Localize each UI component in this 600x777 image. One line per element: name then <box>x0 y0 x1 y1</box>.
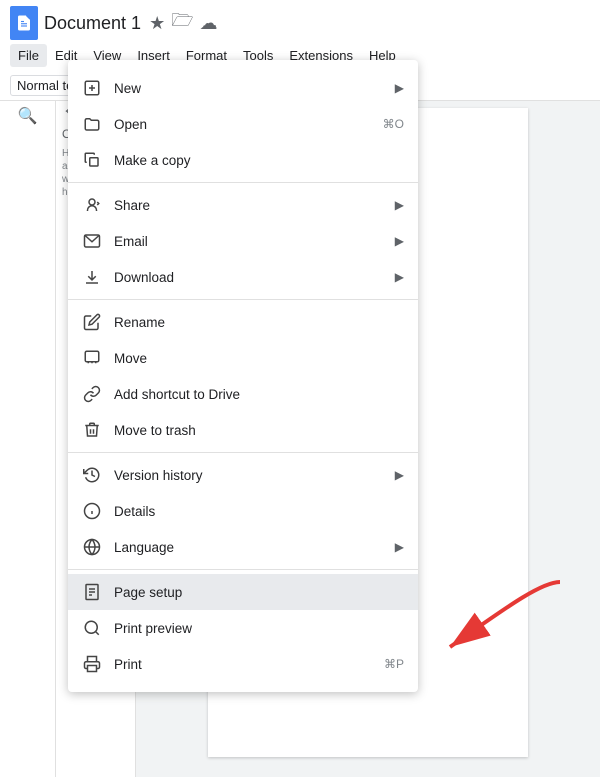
email-label: Email <box>114 234 383 249</box>
menu-item-make-copy[interactable]: Make a copy <box>68 142 418 178</box>
menu-item-rename[interactable]: Rename <box>68 304 418 340</box>
new-arrow: ▶ <box>395 81 404 95</box>
share-label: Share <box>114 198 383 213</box>
page-setup-label: Page setup <box>114 585 404 600</box>
email-icon <box>82 231 102 251</box>
move-trash-label: Move to trash <box>114 423 404 438</box>
open-label: Open <box>114 117 371 132</box>
docs-app-icon <box>10 6 38 40</box>
menu-section-5: Page setup Print preview Print ⌘P <box>68 570 418 686</box>
sidebar: 🔍 <box>0 88 56 777</box>
print-label: Print <box>114 657 372 672</box>
menu-item-share[interactable]: Share ▶ <box>68 187 418 223</box>
menu-item-open[interactable]: Open ⌘O <box>68 106 418 142</box>
print-shortcut: ⌘P <box>384 657 404 671</box>
sidebar-search-button[interactable]: 🔍 <box>10 98 46 134</box>
menu-item-download[interactable]: Download ▶ <box>68 259 418 295</box>
rename-icon <box>82 312 102 332</box>
search-icon: 🔍 <box>18 106 38 126</box>
language-icon <box>82 537 102 557</box>
open-shortcut: ⌘O <box>383 117 404 131</box>
menu-section-2: Share ▶ Email ▶ Download ▶ <box>68 183 418 300</box>
menu-item-move-trash[interactable]: Move to trash <box>68 412 418 448</box>
title-action-icons: ★ 🗁 ☁ <box>149 8 217 38</box>
move-label: Move <box>114 351 404 366</box>
copy-icon <box>82 150 102 170</box>
version-history-icon <box>82 465 102 485</box>
details-label: Details <box>114 504 404 519</box>
file-dropdown-menu: New ▶ Open ⌘O Make a copy <box>68 60 418 692</box>
menu-item-new[interactable]: New ▶ <box>68 70 418 106</box>
menu-section-1: New ▶ Open ⌘O Make a copy <box>68 66 418 183</box>
folder-icon[interactable]: 🗁 <box>171 8 193 38</box>
share-arrow: ▶ <box>395 198 404 212</box>
download-icon <box>82 267 102 287</box>
document-title[interactable]: Document 1 <box>44 13 141 34</box>
share-icon <box>82 195 102 215</box>
menu-item-email[interactable]: Email ▶ <box>68 223 418 259</box>
menu-item-version-history[interactable]: Version history ▶ <box>68 457 418 493</box>
menu-item-details[interactable]: Details <box>68 493 418 529</box>
move-icon <box>82 348 102 368</box>
email-arrow: ▶ <box>395 234 404 248</box>
menu-file[interactable]: File <box>10 44 47 67</box>
language-arrow: ▶ <box>395 540 404 554</box>
star-icon[interactable]: ★ <box>149 13 165 34</box>
cloud-icon[interactable]: ☁ <box>200 13 218 34</box>
download-label: Download <box>114 270 383 285</box>
menu-item-language[interactable]: Language ▶ <box>68 529 418 565</box>
version-history-arrow: ▶ <box>395 468 404 482</box>
page-setup-icon <box>82 582 102 602</box>
download-arrow: ▶ <box>395 270 404 284</box>
make-copy-label: Make a copy <box>114 153 404 168</box>
print-icon <box>82 654 102 674</box>
new-icon <box>82 78 102 98</box>
version-history-label: Version history <box>114 468 383 483</box>
details-icon <box>82 501 102 521</box>
menu-item-move[interactable]: Move <box>68 340 418 376</box>
menu-item-add-shortcut[interactable]: Add shortcut to Drive <box>68 376 418 412</box>
add-shortcut-label: Add shortcut to Drive <box>114 387 404 402</box>
open-icon <box>82 114 102 134</box>
shortcut-icon <box>82 384 102 404</box>
menu-section-4: Version history ▶ Details Langua <box>68 453 418 570</box>
trash-icon <box>82 420 102 440</box>
language-label: Language <box>114 540 383 555</box>
title-row: Document 1 ★ 🗁 ☁ <box>10 6 590 42</box>
print-preview-icon <box>82 618 102 638</box>
menu-item-print-preview[interactable]: Print preview <box>68 610 418 646</box>
menu-item-page-setup[interactable]: Page setup <box>68 574 418 610</box>
rename-label: Rename <box>114 315 404 330</box>
menu-item-print[interactable]: Print ⌘P <box>68 646 418 682</box>
menu-section-3: Rename Move Add shortcut to Drive <box>68 300 418 453</box>
new-label: New <box>114 81 383 96</box>
print-preview-label: Print preview <box>114 621 404 636</box>
